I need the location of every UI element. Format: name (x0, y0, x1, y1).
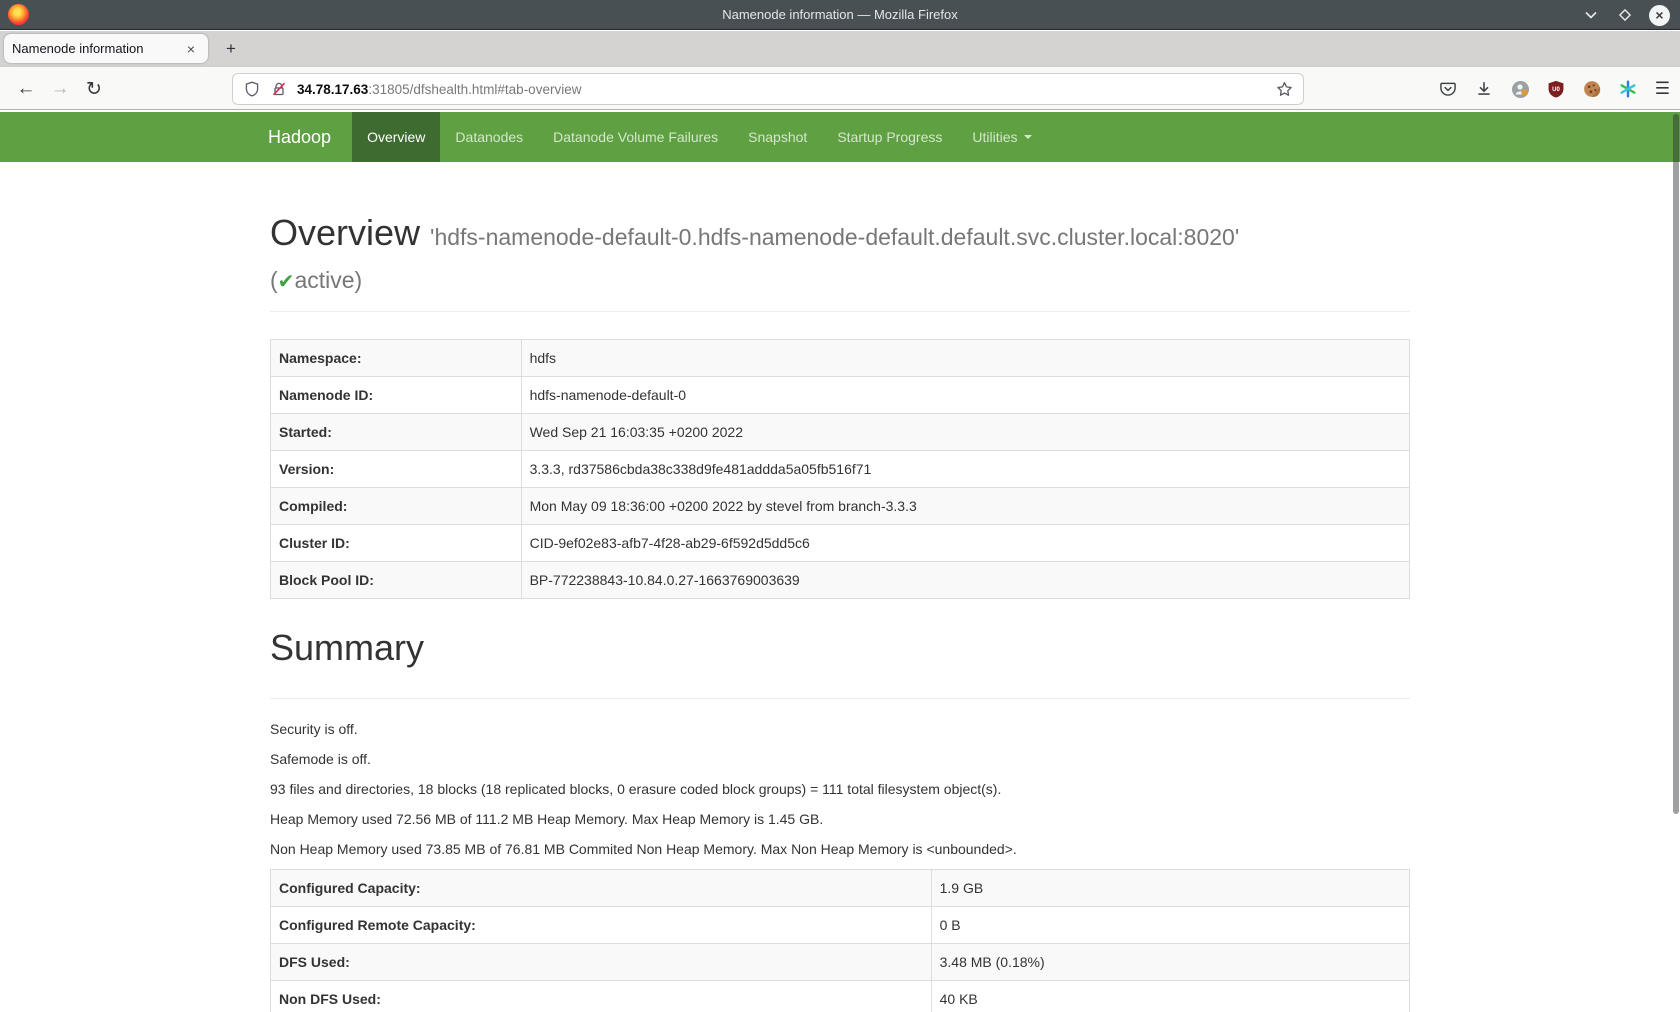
chevron-down-icon (1024, 135, 1032, 139)
nav-tab-overview[interactable]: Overview (352, 112, 440, 162)
nav-tab-datanodes[interactable]: Datanodes (440, 112, 538, 162)
summary-line-security: Security is off. (270, 719, 1410, 739)
nav-tab-startup-progress[interactable]: Startup Progress (822, 112, 957, 162)
table-row: Configured Remote Capacity:0 B (271, 907, 1410, 944)
nav-tab-snapshot[interactable]: Snapshot (733, 112, 822, 162)
table-row: Started:Wed Sep 21 16:03:35 +0200 2022 (271, 413, 1410, 450)
summary-text: Security is off. Safemode is off. 93 fil… (270, 719, 1410, 859)
url-bar[interactable]: 34.78.17.63:31805/dfshealth.html#tab-ove… (233, 74, 1303, 104)
divider (270, 311, 1410, 312)
window-titlebar: Namenode information — Mozilla Firefox × (0, 0, 1680, 30)
table-row: Cluster ID:CID-9ef02e83-afb7-4f28-ab29-6… (271, 524, 1410, 561)
summary-line-heap: Heap Memory used 72.56 MB of 111.2 MB He… (270, 809, 1410, 829)
namenode-address: 'hdfs-namenode-default-0.hdfs-namenode-d… (430, 224, 1239, 250)
multicolor-asterisk-extension-icon[interactable] (1619, 80, 1638, 99)
tab-namenode-information[interactable]: Namenode information × (4, 34, 208, 63)
bookmark-star-icon[interactable] (1276, 81, 1293, 98)
overview-heading: Overview 'hdfs-namenode-default-0.hdfs-n… (270, 213, 1410, 253)
url-text: 34.78.17.63:31805/dfshealth.html#tab-ove… (297, 82, 1276, 97)
table-row: DFS Used:3.48 MB (0.18%) (271, 944, 1410, 981)
extension-account-icon (1511, 80, 1530, 99)
minimize-icon[interactable] (1581, 5, 1601, 25)
hadoop-brand[interactable]: Hadoop (255, 112, 344, 162)
tracking-shield-icon[interactable] (243, 81, 260, 98)
capacity-table: Configured Capacity:1.9 GB Configured Re… (270, 869, 1410, 1012)
maximize-icon[interactable] (1615, 5, 1635, 25)
summary-line-nonheap: Non Heap Memory used 73.85 MB of 76.81 M… (270, 839, 1410, 859)
nav-dropdown-utilities[interactable]: Utilities (957, 112, 1046, 162)
namenode-status: (✔active) (270, 267, 1410, 294)
table-row: Version:3.3.3, rd37586cbda38c338d9fe481a… (271, 450, 1410, 487)
svg-text:U0: U0 (1552, 87, 1560, 93)
downloads-icon[interactable] (1475, 80, 1494, 99)
table-row: Namespace:hdfs (271, 339, 1410, 376)
tab-title: Namenode information (12, 41, 182, 56)
pocket-icon[interactable] (1439, 80, 1458, 99)
back-button[interactable]: ← (12, 75, 40, 103)
table-row: Block Pool ID:BP-772238843-10.84.0.27-16… (271, 561, 1410, 598)
reload-button[interactable]: ↻ (80, 75, 108, 103)
hadoop-navbar: Hadoop Overview Datanodes Datanode Volum… (0, 112, 1680, 162)
scrollbar-thumb[interactable] (1673, 114, 1679, 814)
tab-strip: Namenode information × + (0, 31, 1680, 66)
url-host: 34.78.17.63 (297, 82, 368, 97)
summary-line-files-blocks: 93 files and directories, 18 blocks (18 … (270, 779, 1410, 799)
overview-title: Overview (270, 212, 420, 253)
cookie-extension-icon[interactable] (1583, 80, 1602, 99)
table-row: Non DFS Used:40 KB (271, 981, 1410, 1012)
table-row: Configured Capacity:1.9 GB (271, 870, 1410, 907)
insecure-lock-icon[interactable] (270, 81, 287, 98)
page-content: Overview 'hdfs-namenode-default-0.hdfs-n… (270, 213, 1410, 1012)
browser-toolbar: ← → ↻ 34.78.17.63:31805/dfshealth.html#t… (0, 66, 1680, 110)
table-row: Namenode ID:hdfs-namenode-default-0 (271, 376, 1410, 413)
new-tab-button[interactable]: + (218, 36, 244, 62)
tab-close-icon[interactable]: × (182, 40, 200, 58)
divider (270, 698, 1410, 699)
forward-button[interactable]: → (46, 75, 74, 103)
summary-heading: Summary (270, 628, 1410, 668)
status-label: active) (294, 267, 362, 293)
menu-icon[interactable]: ☰ (1655, 79, 1670, 99)
summary-line-safemode: Safemode is off. (270, 749, 1410, 769)
firefox-logo-icon (8, 4, 29, 25)
url-path: :31805/dfshealth.html#tab-overview (368, 82, 581, 97)
close-window-icon[interactable]: × (1649, 5, 1670, 26)
namenode-info-table: Namespace:hdfs Namenode ID:hdfs-namenode… (270, 339, 1410, 599)
active-check-icon: ✔ (278, 271, 295, 293)
browser-window: Namenode information — Mozilla Firefox ×… (0, 0, 1680, 1012)
ublock-origin-icon[interactable]: U0 (1547, 80, 1566, 99)
nav-tab-datanode-volume-failures[interactable]: Datanode Volume Failures (538, 112, 733, 162)
table-row: Compiled:Mon May 09 18:36:00 +0200 2022 … (271, 487, 1410, 524)
window-title: Namenode information — Mozilla Firefox (0, 7, 1680, 22)
